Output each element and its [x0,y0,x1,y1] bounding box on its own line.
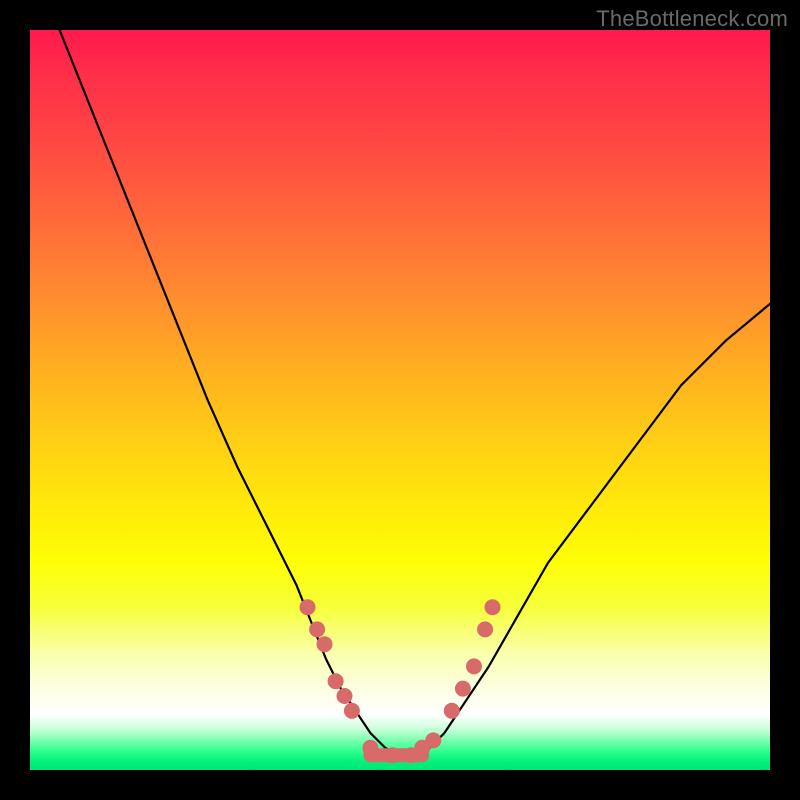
marker-dot [385,747,401,763]
curve-svg [30,30,770,770]
marker-group [300,599,501,763]
marker-dot [328,673,344,689]
marker-dot [425,732,441,748]
plot-area [30,30,770,770]
bottleneck-curve [60,30,770,755]
chart-frame: TheBottleneck.com [0,0,800,800]
marker-dot [300,599,316,615]
marker-dot [337,688,353,704]
marker-dot [455,681,471,697]
marker-dot [477,621,493,637]
marker-dot [466,658,482,674]
marker-dot [344,703,360,719]
marker-dot [485,599,501,615]
marker-dot [362,740,378,756]
marker-dot [309,621,325,637]
marker-dot [444,703,460,719]
marker-dot [317,636,333,652]
attribution-label: TheBottleneck.com [596,6,788,32]
